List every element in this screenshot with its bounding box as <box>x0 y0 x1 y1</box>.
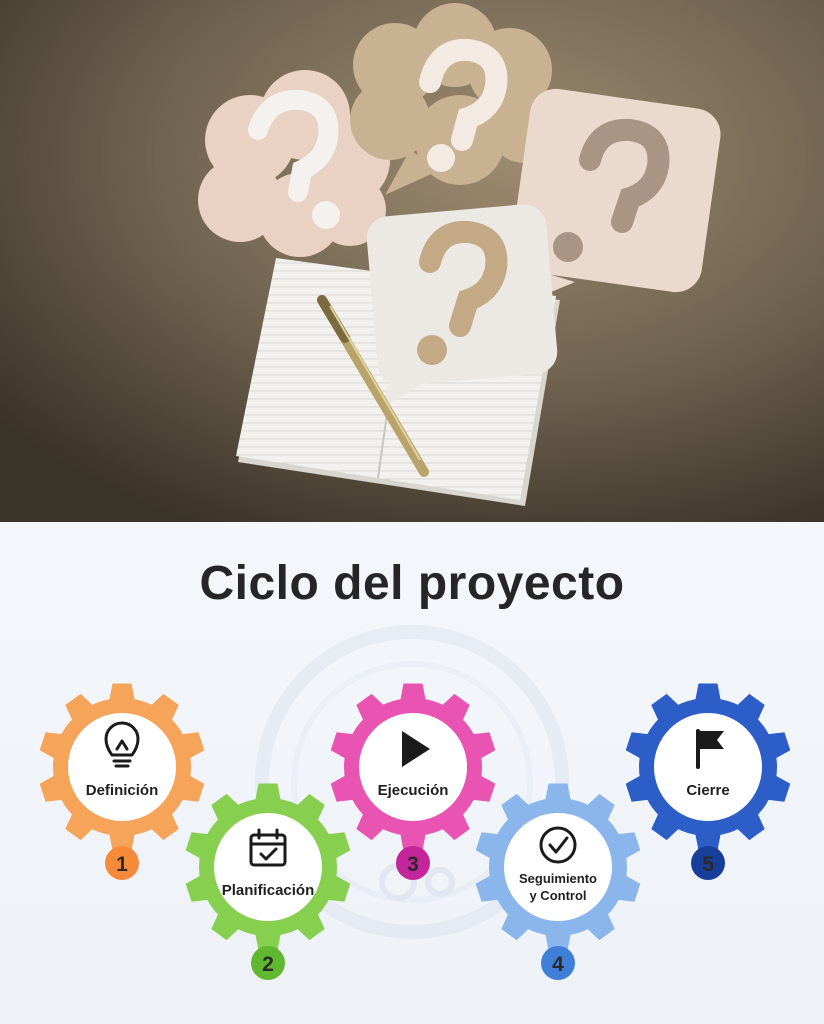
stage-number: 4 <box>552 953 564 976</box>
stage-2: Planificación 2 <box>185 783 351 980</box>
stage-number: 5 <box>702 853 714 876</box>
gear-center <box>214 813 322 921</box>
header-photo <box>0 0 824 522</box>
gear-center <box>359 713 467 821</box>
stage-4: Seguimiento y Control 4 <box>475 783 641 980</box>
stage-number: 1 <box>116 853 128 876</box>
stage-5: Cierre 5 <box>625 683 791 880</box>
stage-label: Ejecución <box>378 782 449 799</box>
stage-number: 3 <box>407 853 419 876</box>
stage-label: Planificación <box>222 882 315 899</box>
stage-label: Definición <box>86 782 159 799</box>
gear-center <box>654 713 762 821</box>
stage-3: Ejecución 3 <box>330 683 496 880</box>
stage-label: y Control <box>529 888 586 903</box>
project-cycle-diagram: Definición 1 Planificación 2 Ejecución 3 Segui… <box>39 625 791 980</box>
stage-1: Definición 1 <box>39 683 205 880</box>
stage-label: Seguimiento <box>519 871 597 886</box>
stage-number: 2 <box>262 953 274 976</box>
stage-label: Cierre <box>686 782 729 799</box>
